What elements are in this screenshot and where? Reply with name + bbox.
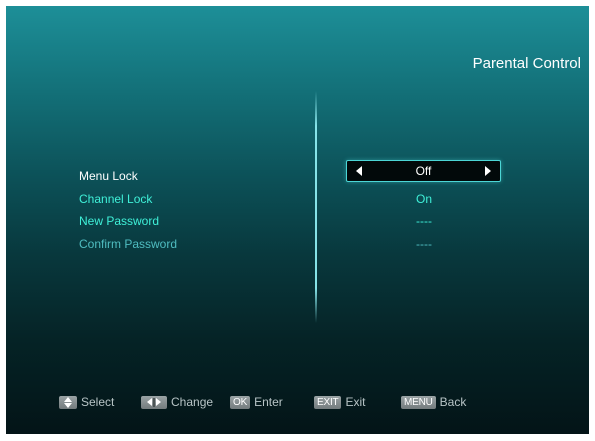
footer-exit-label: Exit [345,395,366,409]
new-password-label[interactable]: New Password [79,214,159,228]
menu-lock-value: Off [415,164,432,178]
footer-enter: OK Enter [230,395,283,409]
channel-lock-label[interactable]: Channel Lock [79,192,152,206]
menu-key-icon: MENU [401,395,436,409]
confirm-password-value[interactable]: ---- [346,237,502,251]
right-arrow-icon[interactable] [485,166,491,176]
left-right-arrows-icon [141,395,167,409]
column-divider [315,91,317,323]
page-title: Parental Control [472,55,581,72]
footer-select: Select [59,395,114,409]
footer-exit: EXIT Exit [314,395,365,409]
menu-lock-label[interactable]: Menu Lock [79,169,138,183]
footer-back-label: Back [439,395,467,409]
channel-lock-value[interactable]: On [346,192,502,206]
menu-lock-selector[interactable]: Off [346,160,501,182]
up-down-arrows-icon [59,395,77,409]
footer-change: Change [141,395,213,409]
confirm-password-label[interactable]: Confirm Password [79,237,177,251]
footer-enter-label: Enter [254,395,283,409]
ok-key-icon: OK [230,395,251,409]
exit-key-icon: EXIT [314,395,342,409]
new-password-value[interactable]: ---- [346,214,502,228]
footer-change-label: Change [171,395,214,409]
footer-back: MENU Back [401,395,466,409]
footer-select-label: Select [81,395,115,409]
parental-control-screen: Parental Control Menu Lock Channel Lock … [6,6,589,434]
